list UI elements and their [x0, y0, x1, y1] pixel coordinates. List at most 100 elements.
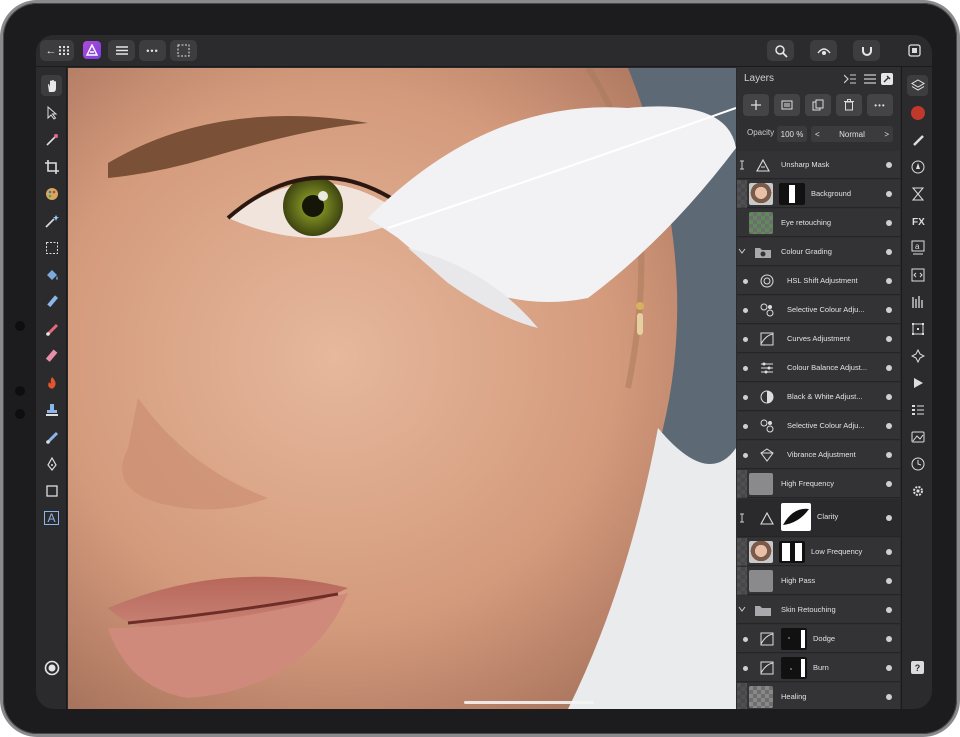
history-hourglass-icon[interactable] [907, 183, 928, 204]
colour-picker-tool[interactable] [41, 129, 62, 150]
flood-select-tool[interactable] [41, 210, 62, 231]
back-to-documents-button[interactable]: ← [40, 40, 74, 61]
move-tool[interactable] [41, 102, 62, 123]
visibility-dot-icon[interactable] [743, 337, 748, 342]
visibility-dot-icon[interactable] [743, 453, 748, 458]
layers-studio-icon[interactable] [907, 75, 928, 96]
collapse-panel-icon[interactable] [843, 72, 857, 86]
layer-row[interactable]: Vibrance Adjustment [737, 441, 900, 469]
colour-wheel-button[interactable] [41, 657, 62, 678]
layer-row[interactable]: HSL Shift Adjustment [737, 267, 900, 295]
layer-row[interactable]: High Pass [737, 567, 900, 595]
layer-row-selected[interactable]: Clarity [737, 499, 900, 537]
selection-brush-tool[interactable] [41, 183, 62, 204]
layer-row[interactable]: Background [737, 180, 900, 208]
expand-chevron-icon[interactable] [737, 238, 747, 266]
selection-button[interactable] [170, 40, 197, 61]
layer-row[interactable]: Burn [737, 654, 900, 682]
crop-tool[interactable] [41, 156, 62, 177]
layer-row[interactable]: High Frequency [737, 470, 900, 498]
layer-row[interactable]: Low Frequency [737, 538, 900, 566]
burn-brush-tool[interactable] [41, 372, 62, 393]
visibility-dot-icon[interactable] [886, 549, 892, 555]
export-button[interactable] [902, 40, 926, 61]
visibility-dot-icon[interactable] [886, 394, 892, 400]
fx-studio-icon[interactable]: FX [907, 210, 928, 231]
visibility-dot-icon[interactable] [886, 191, 892, 197]
text-styles-studio-icon[interactable]: a [907, 237, 928, 258]
blend-prev-chevron-icon[interactable]: < [815, 130, 820, 139]
expand-chevron-icon[interactable] [737, 596, 747, 624]
assistant-button[interactable] [810, 40, 837, 61]
help-button[interactable]: ? [907, 657, 928, 678]
gradient-tool[interactable] [41, 291, 62, 312]
layer-options-button[interactable]: ••• [867, 94, 893, 116]
layer-row[interactable]: Curves Adjustment [737, 325, 900, 353]
visibility-dot-icon[interactable] [886, 249, 892, 255]
erase-brush-tool[interactable] [41, 345, 62, 366]
visibility-dot-icon[interactable] [886, 452, 892, 458]
visibility-dot-icon[interactable] [886, 307, 892, 313]
delete-layer-button[interactable] [836, 94, 862, 116]
visibility-dot-icon[interactable] [886, 220, 892, 226]
pin-panel-icon[interactable] [881, 73, 893, 85]
macro-play-icon[interactable] [907, 372, 928, 393]
snapping-button[interactable] [853, 40, 880, 61]
fill-tool[interactable] [41, 264, 62, 285]
stock-studio-icon[interactable] [907, 426, 928, 447]
visibility-dot-icon[interactable] [743, 395, 748, 400]
snapping-studio-icon[interactable] [907, 345, 928, 366]
histogram-studio-icon[interactable] [907, 291, 928, 312]
colour-studio-icon[interactable] [907, 102, 928, 123]
visibility-dot-icon[interactable] [886, 365, 892, 371]
blend-next-chevron-icon[interactable]: > [884, 130, 889, 139]
more-options-button[interactable]: ••• [139, 40, 166, 61]
layer-row[interactable]: Healing [737, 683, 900, 709]
visibility-dot-icon[interactable] [886, 162, 892, 168]
navigator-studio-icon[interactable] [907, 156, 928, 177]
view-tool-button[interactable] [767, 40, 794, 61]
shape-tool[interactable] [41, 480, 62, 501]
add-layer-button[interactable] [743, 94, 769, 116]
visibility-dot-icon[interactable] [743, 637, 748, 642]
visibility-dot-icon[interactable] [886, 665, 892, 671]
blend-mode-selector[interactable]: < Normal > [811, 126, 893, 142]
layer-row[interactable]: Selective Colour Adju... [737, 412, 900, 440]
text-tool[interactable]: A [41, 507, 62, 528]
layer-group-row[interactable]: Skin Retouching [737, 596, 900, 624]
smudge-tool[interactable] [41, 426, 62, 447]
visibility-dot-icon[interactable] [886, 694, 892, 700]
hand-tool[interactable] [41, 75, 62, 96]
transform-studio-icon[interactable] [907, 318, 928, 339]
opacity-field[interactable]: 100 % [777, 126, 807, 142]
visibility-dot-icon[interactable] [743, 366, 748, 371]
visibility-dot-icon[interactable] [886, 636, 892, 642]
visibility-dot-icon[interactable] [886, 607, 892, 613]
history-clock-icon[interactable] [907, 453, 928, 474]
layer-row[interactable]: Eye retouching [737, 209, 900, 237]
settings-gear-icon[interactable] [907, 480, 928, 501]
brushes-studio-icon[interactable] [907, 129, 928, 150]
layer-row[interactable]: Dodge [737, 625, 900, 653]
visibility-dot-icon[interactable] [743, 308, 748, 313]
layer-row[interactable]: Unsharp Mask [737, 151, 900, 179]
clone-tool[interactable] [41, 399, 62, 420]
visibility-dot-icon[interactable] [886, 578, 892, 584]
visibility-dot-icon[interactable] [886, 515, 892, 521]
pen-tool[interactable] [41, 453, 62, 474]
code-studio-icon[interactable] [907, 264, 928, 285]
layer-row[interactable]: Colour Balance Adjust... [737, 354, 900, 382]
visibility-dot-icon[interactable] [743, 279, 748, 284]
layer-row[interactable]: Selective Colour Adju... [737, 296, 900, 324]
marquee-tool[interactable] [41, 237, 62, 258]
paint-brush-tool[interactable] [41, 318, 62, 339]
visibility-dot-icon[interactable] [743, 424, 748, 429]
panel-menu-icon[interactable] [863, 72, 877, 86]
channels-studio-icon[interactable] [907, 399, 928, 420]
visibility-dot-icon[interactable] [743, 666, 748, 671]
visibility-dot-icon[interactable] [886, 423, 892, 429]
layer-group-row[interactable]: Colour Grading [737, 238, 900, 266]
visibility-dot-icon[interactable] [886, 481, 892, 487]
duplicate-layer-button[interactable] [805, 94, 831, 116]
visibility-dot-icon[interactable] [886, 278, 892, 284]
